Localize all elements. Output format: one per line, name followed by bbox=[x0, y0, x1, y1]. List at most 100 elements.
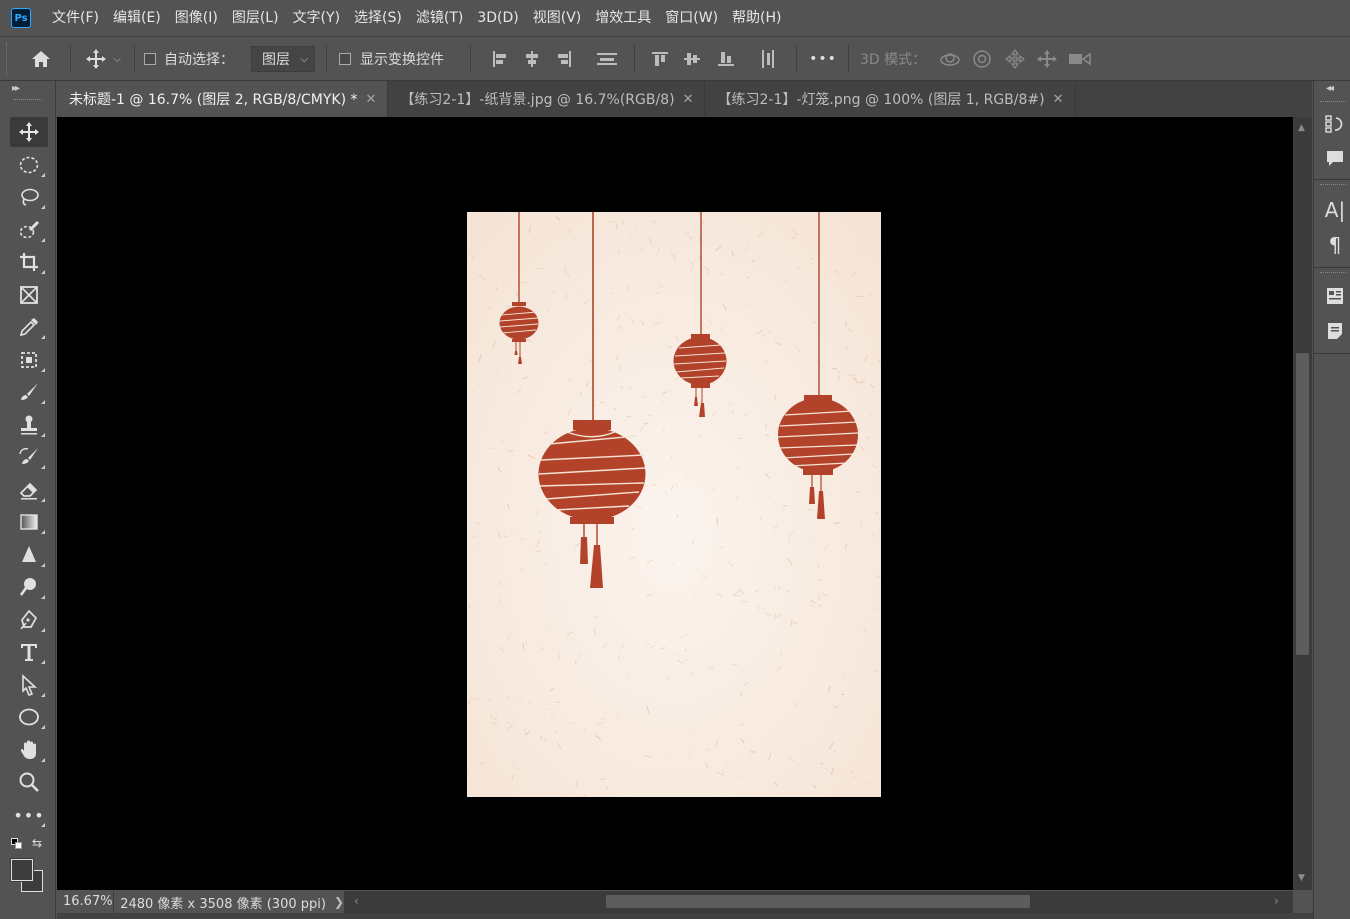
align-horizontal-center-button[interactable] bbox=[520, 37, 544, 81]
foreground-color-swatch[interactable] bbox=[10, 858, 34, 882]
auto-select-checkbox[interactable] bbox=[144, 37, 156, 81]
tab-label: 【练习2-1】-纸背景.jpg @ 16.7%(RGB/8) bbox=[400, 92, 675, 108]
blur-tool[interactable] bbox=[10, 540, 48, 570]
vertical-scroll-thumb[interactable] bbox=[1296, 353, 1309, 655]
ellipsis-icon: ••• bbox=[13, 805, 45, 825]
3d-roll-button[interactable] bbox=[970, 37, 994, 81]
scroll-up-icon[interactable]: ▲ bbox=[1298, 123, 1305, 133]
gradient-icon bbox=[20, 514, 38, 530]
distribute-vertical-button[interactable] bbox=[756, 37, 780, 81]
align-left-icon bbox=[493, 51, 506, 67]
frame-tool[interactable] bbox=[10, 280, 48, 310]
panel-grip[interactable] bbox=[1320, 272, 1346, 274]
comments-icon[interactable] bbox=[1322, 145, 1348, 171]
eraser-tool[interactable] bbox=[10, 475, 48, 505]
zoom-level-field[interactable]: 16.67% bbox=[57, 891, 115, 913]
align-left-button[interactable] bbox=[488, 37, 512, 81]
brush-icon bbox=[21, 383, 38, 400]
quick-selection-tool[interactable] bbox=[10, 215, 48, 245]
eyedropper-tool[interactable] bbox=[10, 312, 48, 342]
crop-tool[interactable] bbox=[10, 247, 48, 277]
tab-lantern[interactable]: 【练习2-1】-灯笼.png @ 100% (图层 1, RGB/8#) ✕ bbox=[705, 81, 1076, 117]
marquee-tool[interactable] bbox=[10, 150, 48, 180]
type-tool[interactable] bbox=[10, 637, 48, 667]
zoom-tool[interactable] bbox=[10, 767, 48, 797]
vertical-scrollbar[interactable]: ▲ ▼ bbox=[1293, 117, 1312, 890]
expand-toolbar-icon[interactable]: ▸▸ bbox=[12, 83, 20, 94]
scroll-right-icon[interactable]: › bbox=[1274, 894, 1279, 908]
menu-filter[interactable]: 滤镜(T) bbox=[409, 0, 470, 36]
menu-select[interactable]: 选择(S) bbox=[347, 0, 409, 36]
home-icon bbox=[32, 51, 50, 67]
scroll-down-icon[interactable]: ▼ bbox=[1298, 873, 1305, 883]
default-colors-icon[interactable] bbox=[11, 838, 23, 850]
align-vertical-center-button[interactable] bbox=[680, 37, 704, 81]
3d-scale-button[interactable] bbox=[1067, 37, 1093, 81]
menu-image[interactable]: 图像(I) bbox=[168, 0, 225, 36]
properties-icon[interactable] bbox=[1322, 283, 1348, 309]
close-icon[interactable]: ✕ bbox=[1053, 92, 1064, 107]
align-right-button[interactable] bbox=[552, 37, 576, 81]
align-bottom-button[interactable] bbox=[714, 37, 738, 81]
eraser-icon bbox=[19, 482, 38, 500]
3d-slide-button[interactable] bbox=[1035, 37, 1059, 81]
horizontal-scroll-thumb[interactable] bbox=[606, 895, 1030, 908]
align-horizontal-center-icon bbox=[526, 51, 538, 67]
options-bar-grip[interactable] bbox=[6, 43, 8, 75]
more-options-button[interactable]: ••• bbox=[808, 37, 838, 81]
tab-paper-background[interactable]: 【练习2-1】-纸背景.jpg @ 16.7%(RGB/8) ✕ bbox=[388, 81, 706, 117]
menu-help[interactable]: 帮助(H) bbox=[725, 0, 788, 36]
brush-tool[interactable] bbox=[10, 377, 48, 407]
paragraph-icon[interactable]: ¶ bbox=[1322, 232, 1348, 258]
panel-grip[interactable] bbox=[1320, 184, 1346, 186]
distribute-horizontal-button[interactable] bbox=[594, 37, 620, 81]
tab-untitled-1[interactable]: 未标题-1 @ 16.7% (图层 2, RGB/8/CMYK) * ✕ bbox=[57, 81, 389, 117]
show-transform-checkbox[interactable] bbox=[339, 37, 351, 81]
history-brush-tool[interactable] bbox=[10, 442, 48, 472]
align-top-button[interactable] bbox=[648, 37, 672, 81]
auto-select-target-dropdown[interactable]: 图层 ⌵ bbox=[251, 37, 315, 81]
menu-plugins[interactable]: 增效工具 bbox=[588, 0, 658, 36]
canvas-workspace[interactable] bbox=[57, 117, 1293, 890]
menu-type[interactable]: 文字(Y) bbox=[286, 0, 347, 36]
menu-view[interactable]: 视图(V) bbox=[526, 0, 589, 36]
hand-icon bbox=[20, 740, 36, 759]
ellipse-icon bbox=[19, 708, 39, 726]
document-canvas[interactable] bbox=[467, 212, 881, 797]
chevron-right-icon[interactable]: ❯ bbox=[334, 895, 344, 909]
dodge-tool[interactable] bbox=[10, 572, 48, 602]
lasso-tool[interactable] bbox=[10, 182, 48, 212]
pen-icon bbox=[20, 609, 38, 630]
collapse-panels-icon[interactable]: ◂◂ bbox=[1326, 83, 1334, 94]
notes-icon[interactable] bbox=[1322, 318, 1348, 344]
toolbar-grip[interactable] bbox=[14, 99, 42, 101]
ellipse-tool[interactable] bbox=[10, 702, 48, 732]
move-tool-preset-picker[interactable]: ⌵ bbox=[78, 37, 128, 81]
history-icon[interactable] bbox=[1322, 111, 1348, 137]
menu-edit[interactable]: 编辑(E) bbox=[106, 0, 168, 36]
spot-healing-tool[interactable] bbox=[10, 345, 48, 375]
frame-icon bbox=[20, 286, 38, 304]
character-icon[interactable]: A| bbox=[1322, 197, 1348, 223]
panel-grip[interactable] bbox=[1320, 101, 1346, 103]
close-icon[interactable]: ✕ bbox=[366, 92, 377, 107]
pen-tool[interactable] bbox=[10, 605, 48, 635]
menu-window[interactable]: 窗口(W) bbox=[658, 0, 725, 36]
scroll-left-icon[interactable]: ‹ bbox=[354, 894, 359, 908]
swap-colors-icon[interactable]: ⇆ bbox=[32, 836, 42, 850]
horizontal-scrollbar[interactable]: ‹ › bbox=[344, 891, 1293, 913]
clone-stamp-tool[interactable] bbox=[10, 410, 48, 440]
3d-pan-button[interactable] bbox=[1003, 37, 1027, 81]
3d-orbit-button[interactable] bbox=[938, 37, 962, 81]
move-tool[interactable] bbox=[10, 117, 48, 147]
gradient-tool[interactable] bbox=[10, 507, 48, 537]
close-icon[interactable]: ✕ bbox=[683, 92, 694, 107]
menu-3d[interactable]: 3D(D) bbox=[470, 0, 525, 36]
edit-toolbar-button[interactable]: ••• bbox=[10, 800, 48, 830]
path-selection-tool[interactable] bbox=[10, 670, 48, 700]
status-bar: 16.67% 2480 像素 x 3508 像素 (300 ppi) ❯ bbox=[57, 891, 344, 913]
home-button[interactable] bbox=[22, 37, 60, 81]
hand-tool[interactable] bbox=[10, 735, 48, 765]
menu-layer[interactable]: 图层(L) bbox=[225, 0, 286, 36]
menu-file[interactable]: 文件(F) bbox=[45, 0, 106, 36]
